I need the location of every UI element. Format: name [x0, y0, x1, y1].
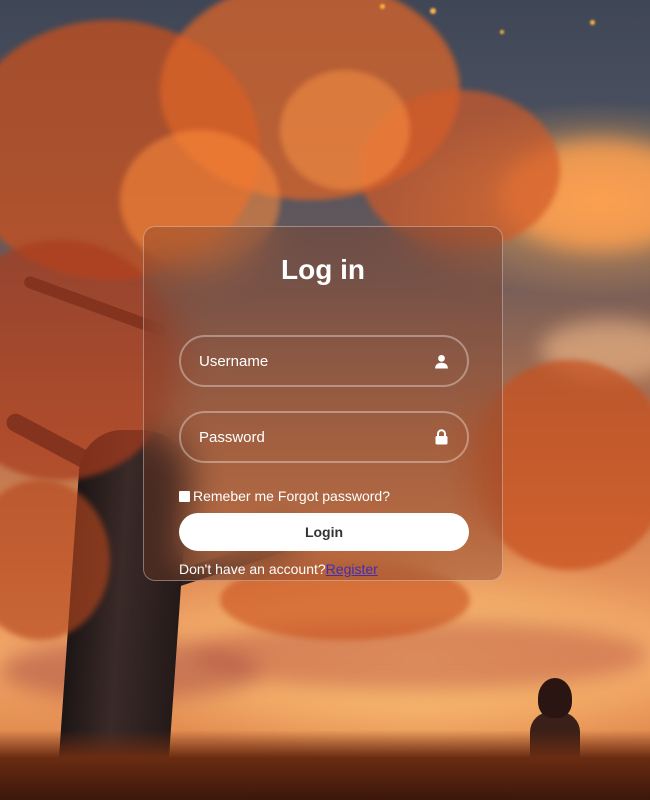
login-title: Log in: [281, 254, 365, 285]
leaf: [380, 4, 385, 9]
leaf: [590, 20, 595, 25]
remember-checkbox[interactable]: [179, 490, 190, 502]
flower-field: [0, 730, 650, 800]
no-account-text: Don't have an account?: [179, 561, 326, 577]
remember-row: Remeber me Forgot password?: [179, 487, 467, 505]
password-input[interactable]: [181, 413, 467, 461]
user-icon: [433, 353, 449, 369]
username-input[interactable]: [181, 337, 467, 385]
forgot-password-link[interactable]: Forgot password?: [278, 487, 390, 505]
leaf: [430, 8, 436, 14]
register-row: Don't have an account?Register: [179, 560, 467, 578]
login-button[interactable]: Login: [179, 513, 469, 551]
fields-group: [179, 335, 469, 463]
remember-label: Remeber me: [193, 488, 274, 504]
login-card: Log in Remeber me Forgot password: [143, 226, 503, 581]
username-field-wrapper: [179, 335, 469, 387]
foliage: [280, 70, 410, 190]
password-field-wrapper: [179, 411, 469, 463]
lock-icon: [433, 429, 449, 445]
person-head: [538, 678, 572, 718]
register-link[interactable]: Register: [326, 561, 378, 577]
leaf: [500, 30, 504, 34]
